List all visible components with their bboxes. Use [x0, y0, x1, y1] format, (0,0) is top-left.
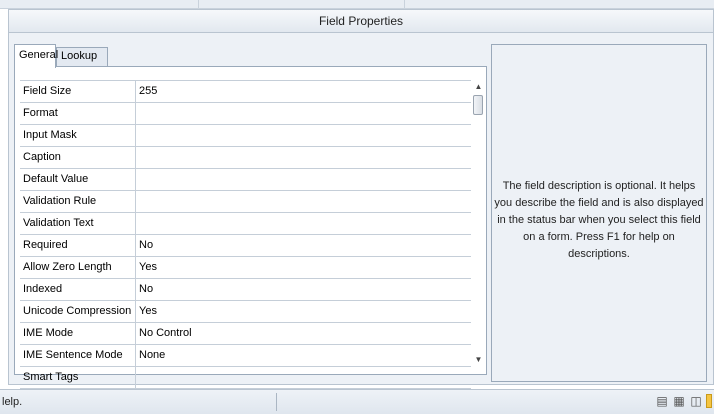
property-label: IME Sentence Mode [20, 345, 136, 366]
property-row[interactable]: Caption [20, 147, 471, 169]
field-properties-title: Field Properties [9, 10, 713, 33]
datasheet-view-icon[interactable]: ▤ [655, 394, 669, 408]
status-text: lelp. [2, 396, 23, 408]
property-label: Input Mask [20, 125, 136, 146]
status-bar: lelp. ▤ ▦ ◫ [0, 389, 714, 414]
property-row[interactable]: Default Value [20, 169, 471, 191]
field-description-help: The field description is optional. It he… [494, 180, 704, 260]
property-value[interactable]: Yes [136, 257, 471, 278]
property-value[interactable]: None [136, 345, 471, 366]
property-row[interactable]: Validation Rule [20, 191, 471, 213]
property-value[interactable] [136, 103, 471, 124]
property-grid-panel: Field Size 255 Format Input Mask Caption Defa… [14, 66, 487, 389]
pivot-view-icon[interactable]: ▦ [672, 394, 686, 408]
view-switcher: ▤ ▦ ◫ [652, 394, 712, 410]
property-row[interactable]: Format [20, 103, 471, 125]
property-label: Smart Tags [20, 367, 136, 388]
property-label: Format [20, 103, 136, 124]
property-row[interactable]: IME Sentence Mode None [20, 345, 471, 367]
arrow-up-icon[interactable]: ▲ [472, 80, 485, 94]
property-label: Field Size [20, 81, 136, 102]
property-label: Validation Text [20, 213, 136, 234]
property-value[interactable]: No [136, 235, 471, 256]
property-row[interactable]: IME Mode No Control [20, 323, 471, 345]
description-panel: The field description is optional. It he… [491, 44, 707, 382]
property-label: Unicode Compression [20, 301, 136, 322]
status-separator [276, 393, 277, 411]
property-value[interactable]: 255 [136, 81, 471, 102]
property-value[interactable] [136, 367, 471, 388]
property-row[interactable]: Required No [20, 235, 471, 257]
column-divider [198, 0, 199, 8]
property-label: Indexed [20, 279, 136, 300]
tab-lookup[interactable]: Lookup [56, 47, 108, 66]
tab-general[interactable]: General [14, 44, 58, 68]
property-label: Caption [20, 147, 136, 168]
vertical-scrollbar[interactable]: ▲ ▼ [472, 80, 485, 367]
property-value[interactable] [136, 213, 471, 234]
arrow-down-icon[interactable]: ▼ [472, 353, 485, 367]
property-value[interactable]: Yes [136, 301, 471, 322]
property-label: Validation Rule [20, 191, 136, 212]
property-label: Required [20, 235, 136, 256]
active-view-indicator[interactable] [706, 394, 712, 408]
property-row[interactable]: Field Size 255 [20, 81, 471, 103]
property-label: Default Value [20, 169, 136, 190]
property-value[interactable] [136, 147, 471, 168]
property-value[interactable] [136, 169, 471, 190]
property-row[interactable]: Smart Tags [20, 367, 471, 389]
property-value[interactable] [136, 191, 471, 212]
property-grid: Field Size 255 Format Input Mask Caption Defa… [20, 80, 471, 389]
scrollbar-thumb[interactable] [473, 95, 483, 115]
property-row[interactable]: Validation Text [20, 213, 471, 235]
design-view-icon[interactable]: ◫ [689, 394, 703, 408]
property-label: Allow Zero Length [20, 257, 136, 278]
property-label: IME Mode [20, 323, 136, 344]
top-strip [0, 0, 714, 9]
column-divider [404, 0, 405, 8]
property-value[interactable] [136, 125, 471, 146]
property-row[interactable]: Unicode Compression Yes [20, 301, 471, 323]
property-row[interactable]: Input Mask [20, 125, 471, 147]
property-value[interactable]: No Control [136, 323, 471, 344]
property-row[interactable]: Allow Zero Length Yes [20, 257, 471, 279]
property-row[interactable]: Indexed No [20, 279, 471, 301]
property-value[interactable]: No [136, 279, 471, 300]
